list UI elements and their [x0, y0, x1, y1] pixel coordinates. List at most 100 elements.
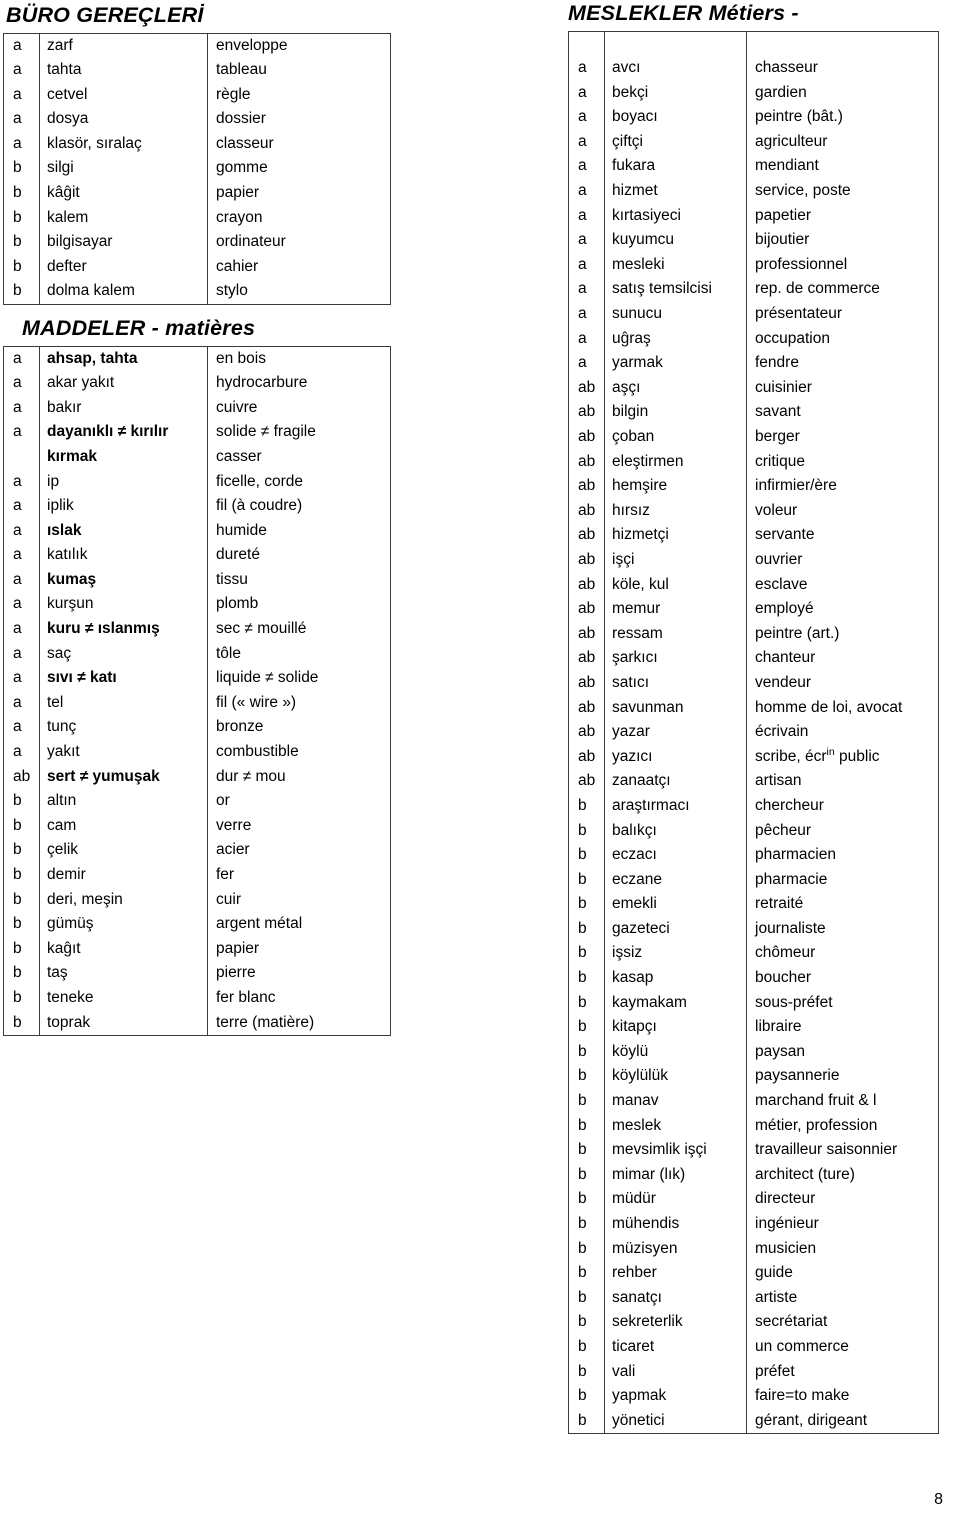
french-translation: libraire	[755, 1018, 802, 1036]
turkish-term: boyacı	[604, 105, 747, 130]
french-translation: berger	[755, 428, 800, 445]
vocab-row: a tunç bronze	[3, 715, 391, 741]
turkish-term: aşçı	[604, 375, 747, 401]
vocab-row: ab şarkıcı chanteur	[568, 646, 939, 671]
french-translation: architect (ture)	[755, 1165, 855, 1183]
french-translation: critique	[755, 452, 805, 470]
vocab-row: b çelik acier	[3, 838, 391, 863]
turkish-term: gümüş	[39, 912, 208, 937]
vocab-row: b vali préfet	[568, 1359, 939, 1385]
french-translation: pierre	[216, 964, 256, 982]
french-translation: dur ≠ mou	[216, 767, 286, 785]
row-marker: b	[568, 1285, 605, 1311]
row-marker: b	[568, 818, 605, 844]
french-translation: sec ≠ mouillé	[216, 620, 307, 638]
vocab-row: a cetvel règle	[3, 82, 391, 108]
french-translation: pharmacie	[755, 870, 828, 888]
vocab-row: a klasör, sıralaç classeur	[3, 131, 391, 157]
vocab-row: a sunucu présentateur	[568, 302, 939, 327]
turkish-term: tahta	[39, 58, 208, 83]
turkish-term: iplik	[39, 494, 208, 519]
french-translation: mendiant	[755, 157, 819, 175]
french-translation: rep. de commerce	[755, 280, 880, 298]
row-marker: b	[568, 1212, 605, 1237]
turkish-term: akar yakıt	[39, 371, 208, 396]
turkish-term: toprak	[39, 1010, 208, 1036]
vocab-row: b toprak terre (matière)	[3, 1010, 391, 1036]
right-column: MESLEKLER Métiers - a avcı chasseur a bekçi g…	[540, 0, 960, 1435]
french-translation: secrétariat	[755, 1313, 828, 1331]
turkish-term: dayanıklı ≠ kırılır	[39, 420, 208, 445]
french-translation: crayon	[216, 208, 263, 226]
vocab-row: a iplik fil (à coudre)	[3, 494, 391, 519]
turkish-term: dolma kalem	[39, 279, 208, 305]
french-translation: chanteur	[755, 649, 816, 667]
french-translation: combustible	[216, 743, 299, 761]
french-translation: cuisinier	[755, 378, 812, 396]
turkish-term: kaĝıt	[39, 936, 208, 962]
french-translation: ingénieur	[755, 1215, 819, 1232]
turkish-term: cam	[39, 813, 208, 839]
french-translation: préfet	[755, 1362, 795, 1380]
french-translation: ouvrier	[755, 550, 803, 568]
row-marker: ab	[3, 764, 40, 790]
row-marker: b	[3, 863, 40, 888]
french-translation: or	[216, 792, 230, 810]
turkish-term: zarf	[39, 33, 208, 59]
vocab-row: a zarf enveloppe	[3, 33, 391, 59]
french-translation: chercheur	[755, 796, 824, 814]
turkish-term: işçi	[604, 547, 747, 573]
row-marker: b	[568, 1261, 605, 1286]
french-translation: classeur	[216, 134, 274, 152]
row-marker: a	[3, 617, 40, 642]
turkish-term: yönetici	[604, 1408, 747, 1434]
vocab-row: b sekreterlik secrétariat	[568, 1310, 939, 1335]
french-translation: gérant, dirigeant	[755, 1411, 868, 1429]
turkish-term: taş	[39, 961, 208, 986]
turkish-term: tunç	[39, 715, 208, 741]
french-translation: musicien	[755, 1239, 817, 1257]
turkish-term: ticaret	[604, 1334, 747, 1360]
french-translation: pêcheur	[755, 821, 812, 839]
french-translation: voleur	[755, 501, 798, 519]
row-marker: a	[3, 592, 40, 618]
row-marker: a	[568, 228, 605, 253]
turkish-term: çelik	[39, 838, 208, 863]
french-translation: fer blanc	[216, 988, 276, 1006]
vocab-row: b köylü paysan	[568, 1039, 939, 1065]
vocab-row: a saç tôle	[3, 641, 391, 667]
turkish-term: kuru ≠ ıslanmış	[39, 617, 208, 642]
row-marker: a	[3, 33, 40, 59]
french-translation: tôle	[216, 644, 241, 662]
vocab-row: ab sert ≠ yumuşak dur ≠ mou	[3, 764, 391, 790]
french-translation: faire=to make	[755, 1387, 850, 1405]
turkish-term: müdür	[604, 1187, 747, 1212]
row-marker: ab	[568, 695, 605, 721]
vocab-row: ab hizmetçi servante	[568, 523, 939, 548]
french-translation: un commerce	[755, 1337, 849, 1355]
row-marker: a	[3, 543, 40, 568]
vocab-row: ab çoban berger	[568, 425, 939, 450]
row-marker: a	[3, 371, 40, 396]
vocab-row: a dayanıklı ≠ kırılır solide ≠ fragile	[3, 420, 391, 445]
vocab-row: ab köle, kul esclave	[568, 572, 939, 598]
french-translation: marchand fruit & l	[755, 1092, 877, 1110]
turkish-term: saç	[39, 641, 208, 667]
section-title-meslekler: MESLEKLER Métiers -	[568, 1, 799, 25]
vocab-row: b kâĝit papier	[3, 181, 391, 206]
turkish-term: balıkçı	[604, 818, 747, 844]
french-translation: papetier	[755, 206, 812, 224]
vocab-row: b müzisyen musicien	[568, 1236, 939, 1262]
row-marker: b	[568, 892, 605, 917]
row-marker: a	[568, 129, 605, 155]
french-translation: occupation	[755, 329, 830, 347]
row-marker: a	[3, 567, 40, 593]
turkish-term: mesleki	[604, 252, 747, 278]
vocab-row: b kaĝıt papier	[3, 936, 391, 962]
turkish-term: eleştirmen	[604, 449, 747, 475]
row-marker: b	[568, 1408, 605, 1434]
vocab-row: b yapmak faire=to make	[568, 1384, 939, 1409]
row-marker: a	[3, 494, 40, 519]
french-translation: enveloppe	[216, 36, 288, 54]
turkish-term: eczacı	[604, 843, 747, 868]
